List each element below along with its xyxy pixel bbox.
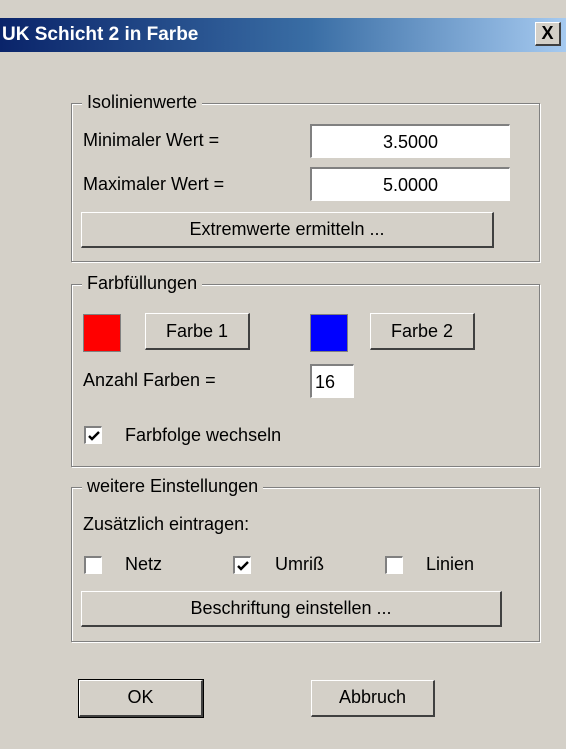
cancel-button[interactable]: Abbruch xyxy=(311,680,435,717)
extremwerte-button[interactable]: Extremwerte ermitteln ... xyxy=(81,212,494,248)
weitere-einstellungen-legend: weitere Einstellungen xyxy=(82,476,264,497)
isolinien-legend: Isolinienwerte xyxy=(82,92,203,113)
color2-button[interactable]: Farbe 2 xyxy=(370,313,475,350)
dialog-window: UK Schicht 2 in Farbe X Isolinienwerte M… xyxy=(0,0,566,749)
anzahl-farben-label: Anzahl Farben = xyxy=(83,370,216,390)
min-value-label: Minimaler Wert = xyxy=(83,130,220,150)
beschriftung-button[interactable]: Beschriftung einstellen ... xyxy=(81,591,502,627)
farbfuellungen-legend: Farbfüllungen xyxy=(82,273,203,294)
title-bar[interactable]: UK Schicht 2 in Farbe X xyxy=(0,18,566,52)
min-value-input[interactable]: 3.5000 xyxy=(310,124,510,158)
netz-label[interactable]: Netz xyxy=(125,554,162,575)
color2-swatch[interactable] xyxy=(310,314,348,352)
umriss-label[interactable]: Umriß xyxy=(275,554,324,575)
farbfolge-wechseln-label[interactable]: Farbfolge wechseln xyxy=(125,425,281,446)
max-value-input[interactable]: 5.0000 xyxy=(310,167,510,201)
ok-button[interactable]: OK xyxy=(78,679,204,718)
max-value-label: Maximaler Wert = xyxy=(83,174,225,194)
window-title: UK Schicht 2 in Farbe xyxy=(2,24,199,45)
checkmark-icon xyxy=(88,431,100,441)
checkmark-icon xyxy=(237,561,249,571)
color1-swatch[interactable] xyxy=(83,314,121,352)
umriss-checkbox[interactable] xyxy=(233,556,251,574)
anzahl-farben-input[interactable]: 16 xyxy=(310,364,354,398)
farbfolge-wechseln-checkbox[interactable] xyxy=(84,426,102,444)
color1-button[interactable]: Farbe 1 xyxy=(145,313,250,350)
zusaetzlich-label: Zusätzlich eintragen: xyxy=(83,514,250,534)
linien-label[interactable]: Linien xyxy=(426,554,474,575)
netz-checkbox[interactable] xyxy=(84,556,102,574)
linien-checkbox[interactable] xyxy=(385,556,403,574)
close-button[interactable]: X xyxy=(535,22,561,46)
